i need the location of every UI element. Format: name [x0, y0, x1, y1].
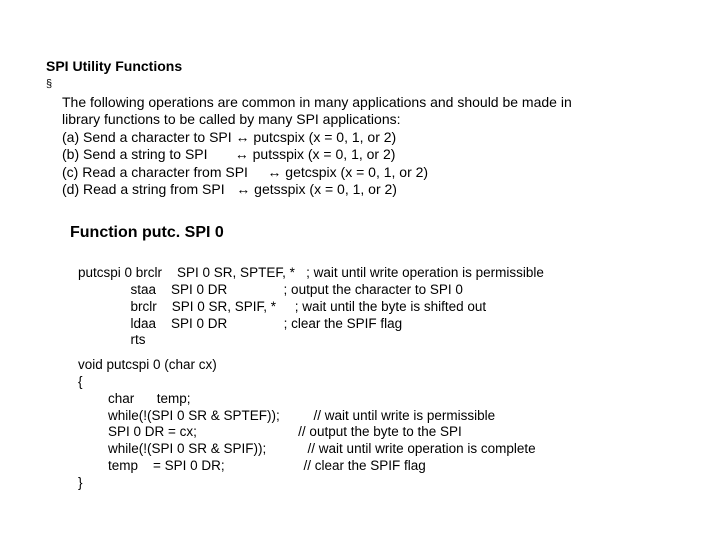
c-listing: void putcspi 0 (char cx) { char temp; wh…	[78, 340, 536, 492]
line: library functions to be called by many S…	[62, 111, 401, 127]
code-line: }	[78, 475, 83, 490]
bullet-marker: §	[46, 76, 62, 92]
section-title: SPI Utility Functions	[46, 58, 720, 74]
content-block: SPI Utility Functions § The following op…	[46, 58, 720, 199]
code-line: SPI 0 DR = cx; // output the byte to the…	[78, 424, 462, 439]
code-line: char temp;	[78, 391, 191, 406]
assembly-listing: putcspi 0 brclr SPI 0 SR, SPTEF, * ; wai…	[78, 248, 544, 349]
line: (d) Read a string from SPI ↔ getsspix (x…	[62, 181, 397, 197]
slide: SPI Utility Functions § The following op…	[0, 0, 720, 540]
code-line: staa SPI 0 DR ; output the character to …	[78, 282, 463, 297]
code-line: ldaa SPI 0 DR ; clear the SPIF flag	[78, 316, 402, 331]
code-line: putcspi 0 brclr SPI 0 SR, SPTEF, * ; wai…	[78, 265, 544, 280]
code-line: while(!(SPI 0 SR & SPTEF)); // wait unti…	[78, 408, 495, 423]
function-title: Function putc. SPI 0	[70, 224, 224, 242]
code-line: temp = SPI 0 DR; // clear the SPIF flag	[78, 458, 426, 473]
line: The following operations are common in m…	[62, 94, 572, 110]
code-line: void putcspi 0 (char cx)	[78, 357, 217, 372]
bullet-item: § The following operations are common in…	[46, 76, 720, 199]
line: (a) Send a character to SPI ↔ putcspix (…	[62, 129, 396, 145]
code-line: while(!(SPI 0 SR & SPIF)); // wait until…	[78, 441, 536, 456]
line: (b) Send a string to SPI ↔ putsspix (x =…	[62, 146, 395, 162]
bullet-text: The following operations are common in m…	[62, 76, 720, 199]
code-line: brclr SPI 0 SR, SPIF, * ; wait until the…	[78, 299, 486, 314]
line: (c) Read a character from SPI ↔ getcspix…	[62, 164, 428, 180]
code-line: {	[78, 374, 83, 389]
